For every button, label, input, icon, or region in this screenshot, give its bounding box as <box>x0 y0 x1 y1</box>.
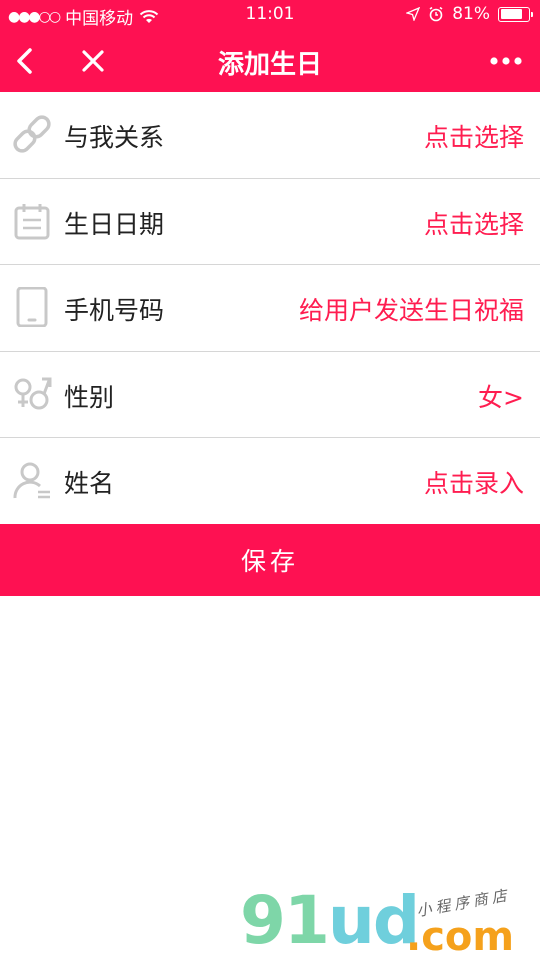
location-arrow-icon <box>406 7 421 21</box>
battery-icon <box>498 6 533 22</box>
row-label: 手机号码 <box>64 296 165 326</box>
watermark-logo: 91ud 小程序商店 .com <box>240 886 540 960</box>
phone-icon <box>16 287 48 328</box>
gender-row[interactable]: 性别 女> <box>0 351 540 439</box>
form-list: 与我关系 点击选择 生日日期 点击选择 手机号码 给用户发送生日祝福 性别 女> <box>0 92 540 525</box>
calendar-icon <box>14 203 50 240</box>
phone-row[interactable]: 手机号码 给用户发送生日祝福 <box>0 265 540 352</box>
watermark-domain: .com <box>406 914 515 960</box>
battery-percent: 81% <box>452 4 490 24</box>
row-label: 生日日期 <box>64 209 165 239</box>
nav-bar: 添加生日 <box>0 30 540 92</box>
relationship-select[interactable]: 点击选择 <box>424 118 524 154</box>
status-bar: ●●●○○ 中国移动 11:01 81% <box>0 0 540 30</box>
user-icon <box>13 462 50 499</box>
alarm-icon <box>429 6 443 22</box>
watermark-1: 1 <box>283 882 330 959</box>
name-row[interactable]: 姓名 点击录入 <box>0 438 540 525</box>
birthday-date-row[interactable]: 生日日期 点击选择 <box>0 178 540 266</box>
status-right: 81% <box>406 4 533 24</box>
name-input[interactable]: 点击录入 <box>424 464 524 500</box>
save-button[interactable]: 保存 <box>0 524 540 596</box>
row-label: 姓名 <box>64 469 115 499</box>
watermark-u: u <box>327 882 375 959</box>
row-label: 与我关系 <box>64 123 165 152</box>
phone-input[interactable]: 给用户发送生日祝福 <box>299 291 524 327</box>
more-options-icon[interactable] <box>486 46 526 76</box>
battery-fill <box>500 9 523 19</box>
watermark-9: 9 <box>240 882 286 959</box>
relationship-row[interactable]: 与我关系 点击选择 <box>0 92 540 179</box>
birthday-date-select[interactable]: 点击选择 <box>424 205 524 241</box>
page-title: 添加生日 <box>217 50 322 80</box>
watermark-91ud: 91ud <box>240 888 420 954</box>
row-label: 性别 <box>64 382 115 412</box>
gender-icon <box>14 377 52 410</box>
link-icon <box>13 115 51 153</box>
gender-select[interactable]: 女> <box>478 378 524 414</box>
